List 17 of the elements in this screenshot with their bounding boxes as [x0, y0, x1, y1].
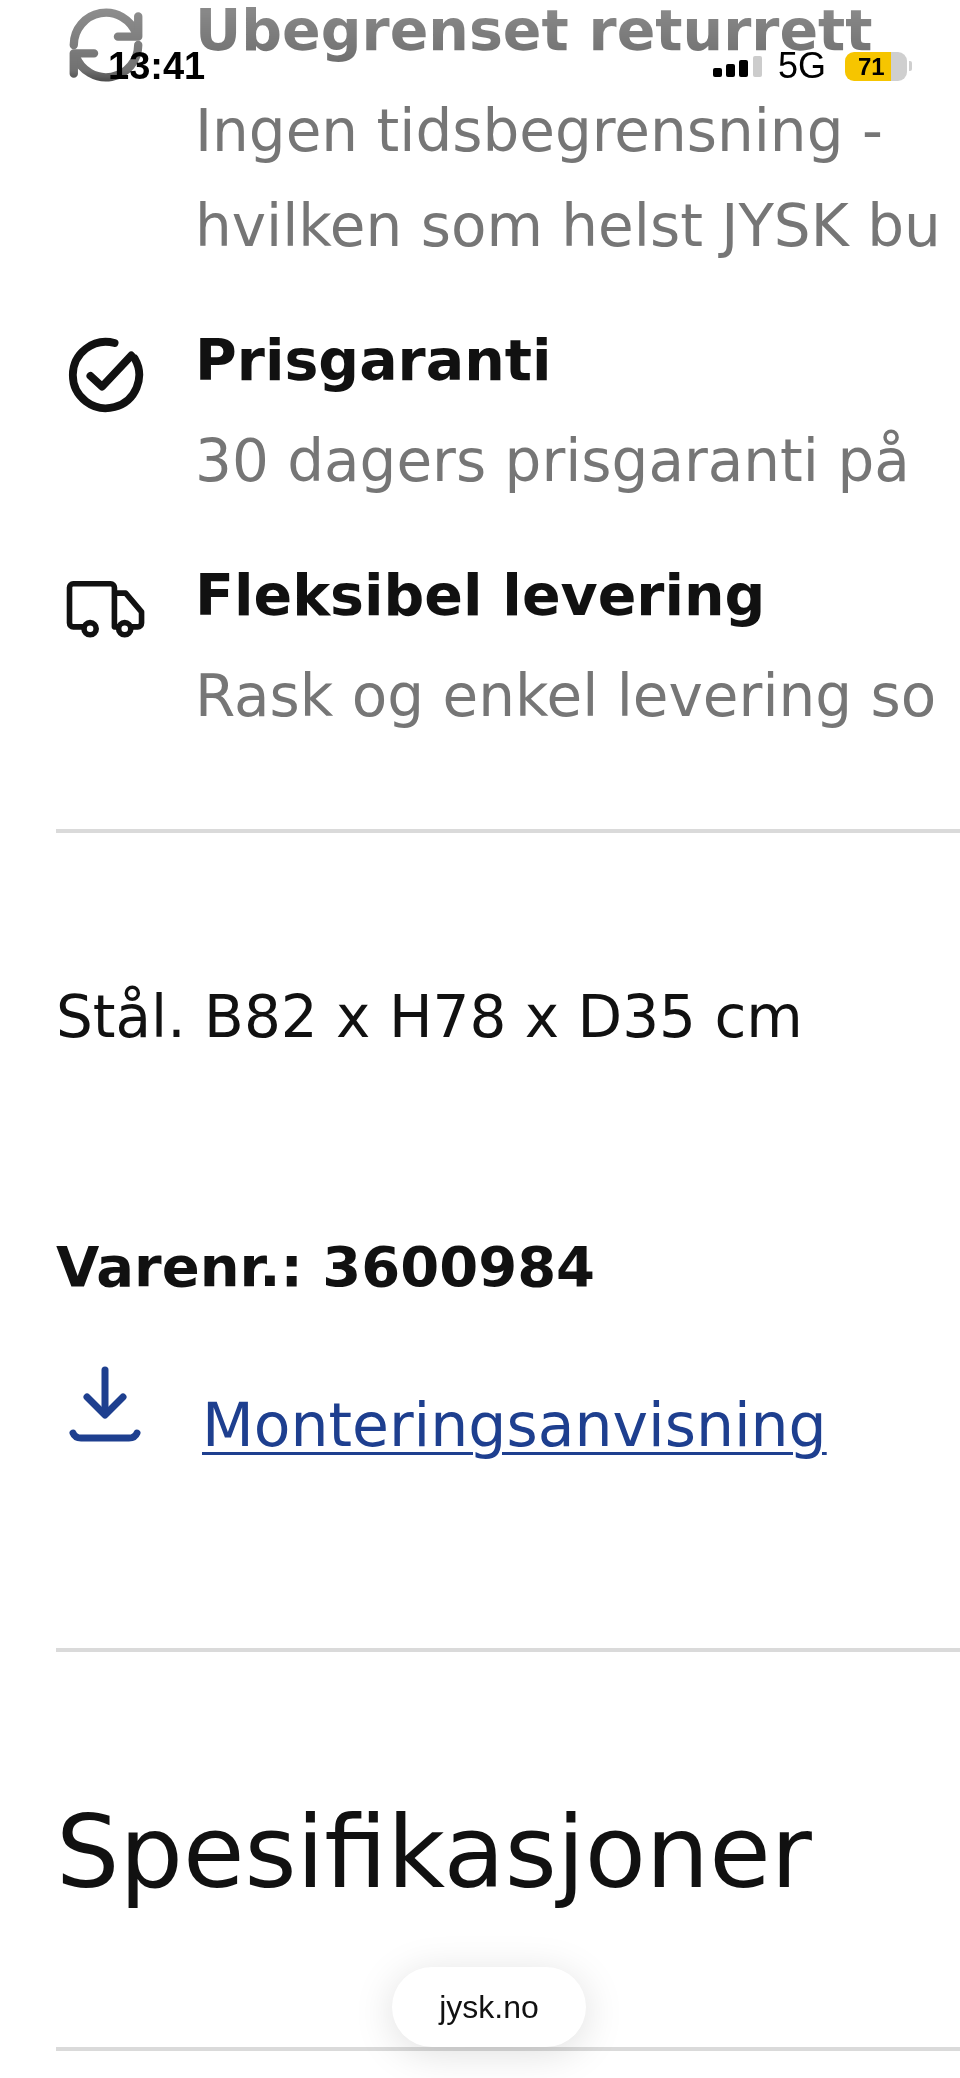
benefit-title: Fleksibel levering [195, 565, 766, 625]
assembly-instructions-link[interactable]: Monteringsanvisning [202, 1389, 827, 1461]
battery-indicator: 71 [845, 51, 912, 81]
description-line: 30 dagers prisgaranti på [195, 426, 910, 497]
description-line: Ingen tidsbegrensning - [195, 96, 883, 167]
item-number: Varenr.: 3600984 [56, 1233, 596, 1300]
address-bar[interactable]: jysk.no [392, 1967, 586, 2047]
check-circle-icon [67, 336, 145, 414]
dimensions-text: Stål. B82 x H78 x D35 cm [56, 982, 803, 1052]
description-line: Rask og enkel levering so [195, 661, 937, 732]
signal-icon [712, 55, 762, 77]
description-line: hvilken som helst JYSK bu [195, 191, 941, 262]
network-label: 5G [777, 51, 826, 81]
truck-icon [66, 581, 146, 639]
benefit-title: Prisgaranti [195, 330, 552, 390]
download-icon[interactable] [69, 1366, 141, 1442]
section-heading: Spesifikasjoner [56, 1793, 812, 1913]
